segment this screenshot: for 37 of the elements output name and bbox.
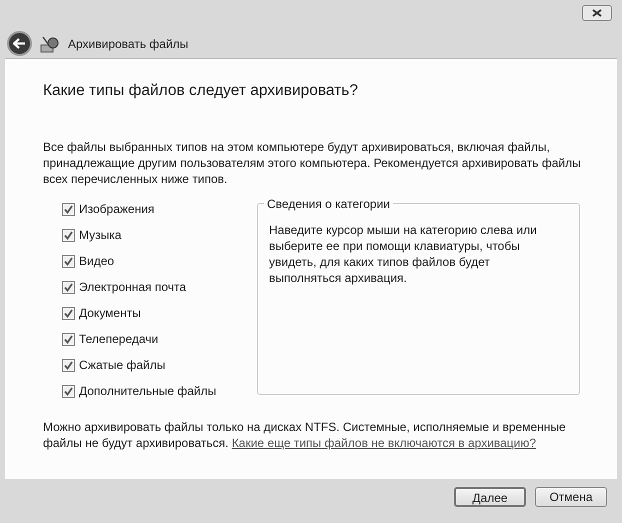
cancel-button[interactable]: Отмена [535, 487, 607, 507]
checkbox[interactable] [62, 254, 75, 268]
backup-app-icon [40, 34, 60, 52]
checkmark-icon [64, 308, 73, 318]
back-button[interactable] [7, 31, 32, 56]
checkbox[interactable] [62, 228, 75, 242]
category-checkbox[interactable]: Видео [62, 248, 257, 274]
checkmark-icon [64, 282, 73, 292]
checkbox[interactable] [62, 280, 75, 294]
checkmark-icon [64, 334, 73, 344]
category-checkbox[interactable]: Электронная почта [62, 274, 257, 300]
checkmark-icon [64, 386, 73, 396]
window-title: Архивировать файлы [68, 36, 188, 52]
category-checkbox[interactable]: Музыка [62, 222, 257, 248]
checkmark-icon [64, 256, 73, 266]
next-button[interactable]: Далее [454, 487, 526, 507]
checkbox[interactable] [62, 306, 75, 320]
checkmark-icon [64, 204, 73, 214]
checkmark-icon [64, 360, 73, 370]
category-checkbox[interactable]: Документы [62, 300, 257, 326]
close-icon [592, 9, 602, 17]
back-arrow-icon [13, 38, 26, 49]
page-heading: Какие типы файлов следует архивировать? [43, 81, 359, 101]
details-text: Наведите курсор мыши на категорию слева или выберите ее при помощи клавиатуры, чтобы увидеть, для каких типов файлов будет выполняться архивация. [269, 222, 538, 286]
intro-text: Все файлы выбранных типов на этом компьютере будут архивироваться, включая файлы, принадлежащие другим пользователям этого компьютера. Рекомендуется архивировать файлы всех перечисленных ниже типов. [43, 139, 582, 188]
checkbox[interactable] [62, 202, 75, 216]
category-checkbox[interactable]: Дополнительные файлы [62, 378, 257, 404]
category-checkbox[interactable]: Сжатые файлы [62, 352, 257, 378]
help-link[interactable]: Какие еще типы файлов не включаются в архивацию? [232, 436, 536, 450]
checkbox[interactable] [62, 358, 75, 372]
checkbox[interactable] [62, 332, 75, 346]
ntfs-note: Можно архивировать файлы только на дисках NTFS. Системные, исполняемые и временные файлы не будут архивироваться. Какие еще типы файлов не включаются в архивацию? [43, 419, 567, 452]
checkmark-icon [64, 230, 73, 240]
category-checkbox[interactable]: Изображения [62, 196, 257, 222]
close-button[interactable] [582, 5, 612, 21]
checkbox[interactable] [62, 384, 75, 398]
category-checkbox[interactable]: Телепередачи [62, 326, 257, 352]
